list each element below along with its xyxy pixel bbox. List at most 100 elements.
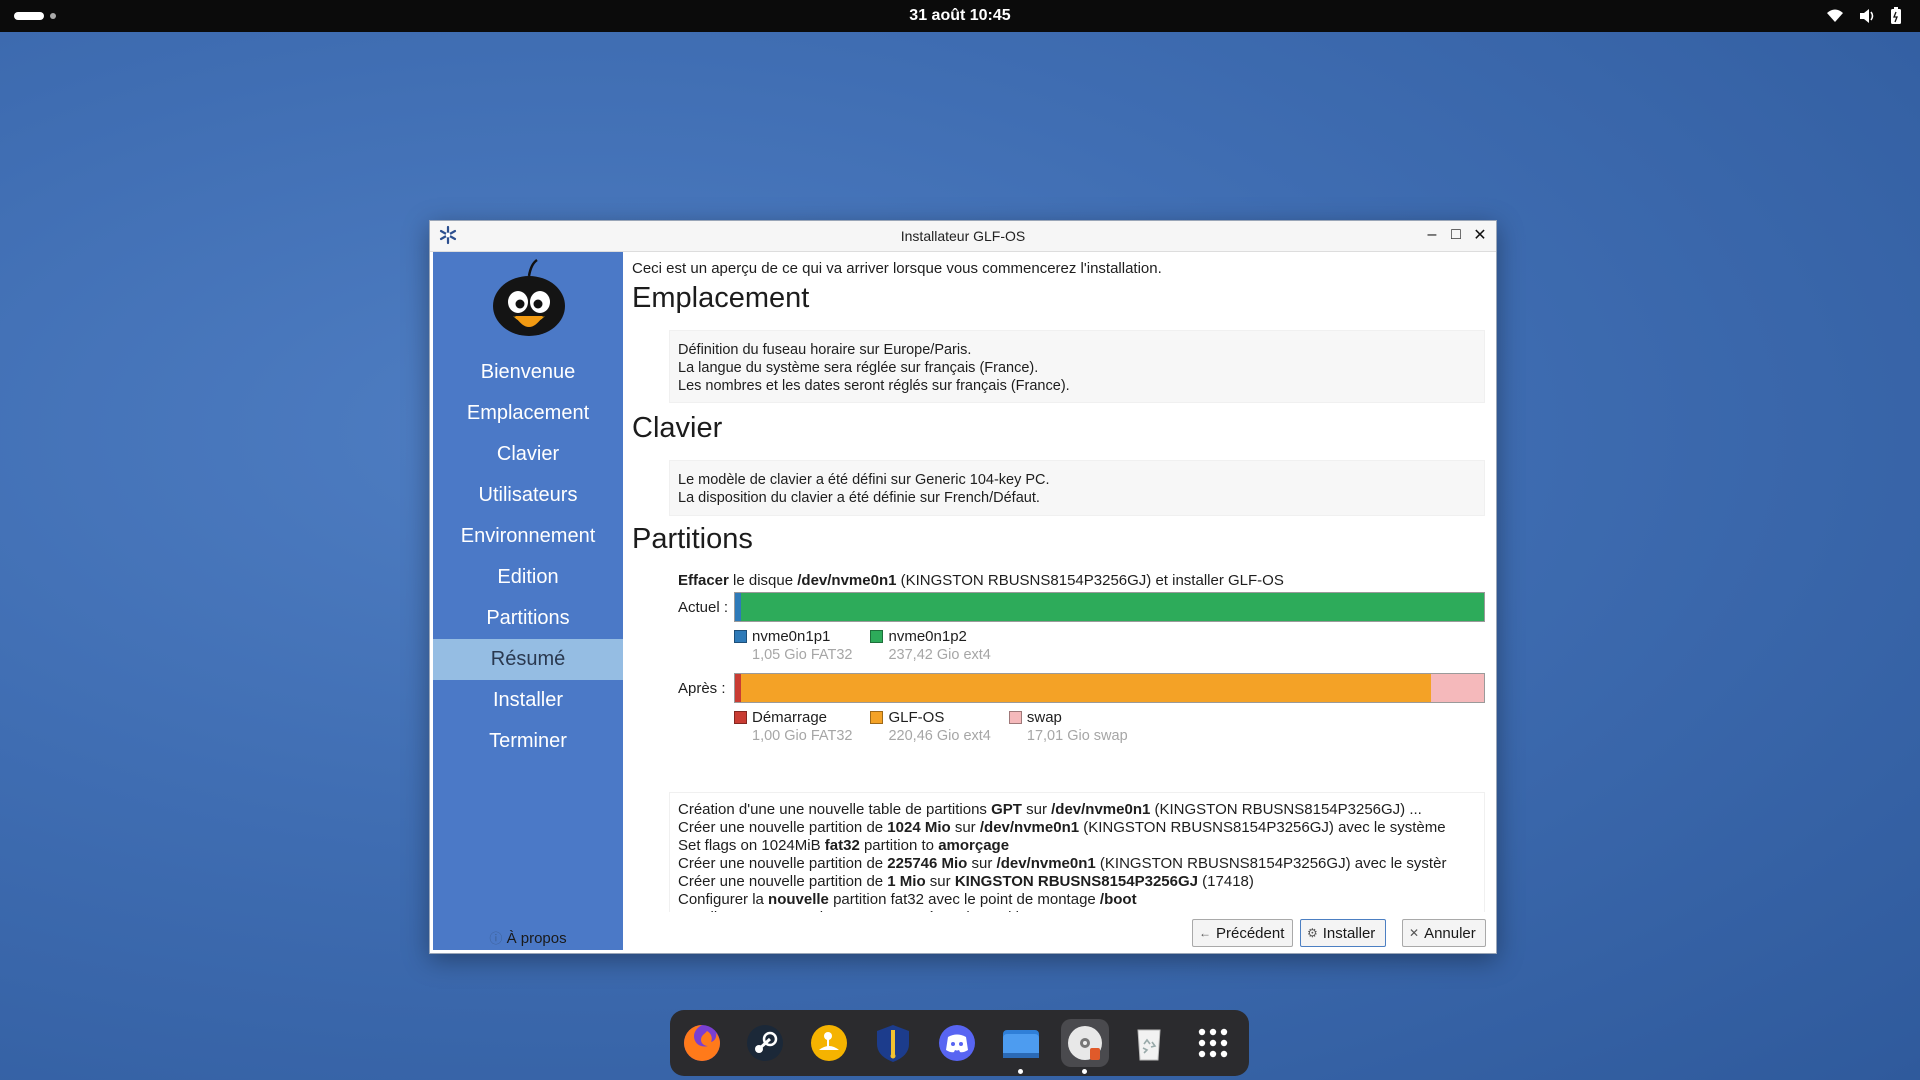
- operation-text: /dev/nvme0n1: [996, 855, 1096, 872]
- operation-text: nouvelle: [768, 891, 829, 908]
- cancel-button[interactable]: ✕ Annuler: [1402, 919, 1486, 947]
- partition-legend-item: Démarrage 1,00 Gio FAT32: [734, 709, 852, 744]
- system-tray[interactable]: [1826, 7, 1902, 25]
- partition-info: 1,05 Gio FAT32: [752, 647, 853, 663]
- volume-icon[interactable]: [1858, 7, 1876, 25]
- operation-text: Créer une nouvelle partition de: [678, 819, 888, 836]
- current-label: Actuel :: [678, 599, 729, 616]
- operation-text: sur: [925, 873, 955, 890]
- partition-segment: [740, 593, 1484, 621]
- operation-text: KINGSTON RBUSNS8154P3256GJ: [954, 873, 1198, 890]
- operation-text: Installer GLF-OS sur le: [678, 909, 836, 912]
- operation-text: Créer une nouvelle partition de: [678, 855, 888, 872]
- sidebar-item[interactable]: Résumé: [433, 639, 623, 680]
- penguin-logo-icon: [491, 258, 567, 347]
- sidebar-item[interactable]: Installer: [433, 680, 623, 721]
- operation-line: Configurer la nouvelle partition fat32 a…: [678, 891, 1476, 909]
- section-keyboard-heading: Clavier: [632, 412, 723, 444]
- firefox-icon[interactable]: [678, 1019, 726, 1067]
- partition-name: nvme0n1p1: [752, 628, 831, 645]
- sidebar-item[interactable]: Environnement: [433, 516, 623, 557]
- location-line: Définition du fuseau horaire sur Europe/…: [678, 342, 972, 358]
- dock: [670, 1010, 1249, 1076]
- steam-icon[interactable]: [741, 1019, 789, 1067]
- install-button[interactable]: ⚙ Installer: [1300, 919, 1386, 947]
- operation-text: Créer une nouvelle partition de: [678, 873, 888, 890]
- after-partition-bar: [734, 673, 1485, 703]
- operation-text: (17418): [1198, 873, 1254, 890]
- heroic-launcher-icon[interactable]: [869, 1019, 917, 1067]
- sidebar: Bienvenue Emplacement Clavier Utilisateurs E…: [433, 252, 623, 950]
- cancel-label: Annuler: [1424, 924, 1476, 942]
- operation-text: /dev/nvme0n1: [1051, 801, 1151, 818]
- after-partition-legend: Démarrage 1,00 Gio FAT32 GLF-OS 220,46 Gio …: [734, 709, 1146, 744]
- installer-window: Installateur GLF-OS – □ ✕ Bienvenue Empla…: [429, 220, 1497, 954]
- operation-line: Créer une nouvelle partition de 1024 Mio…: [678, 819, 1476, 837]
- window-title: Installateur GLF-OS: [900, 228, 1026, 244]
- battery-icon[interactable]: [1890, 7, 1902, 25]
- trash-icon[interactable]: [1125, 1019, 1173, 1067]
- files-icon[interactable]: [997, 1019, 1045, 1074]
- partition-segment: [1430, 674, 1484, 702]
- operation-text: Set flags on 1024MiB: [678, 837, 825, 854]
- operation-line: Set flags on 1024MiB fat32 partition to …: [678, 837, 1476, 855]
- sidebar-item[interactable]: Bienvenue: [433, 352, 623, 393]
- keyboard-line: La disposition du clavier a été définie …: [678, 490, 1040, 506]
- install-label: Installer: [1322, 924, 1376, 942]
- partition-info: 17,01 Gio swap: [1026, 728, 1128, 744]
- installer-disk-icon[interactable]: [1061, 1019, 1109, 1074]
- keyboard-summary: Le modèle de clavier a été défini sur Ge…: [669, 460, 1485, 516]
- operation-text: (KINGSTON RBUSNS8154P3256GJ) ...: [1150, 801, 1422, 818]
- operation-line: Création d'une une nouvelle table de par…: [678, 801, 1476, 819]
- sidebar-item[interactable]: Partitions: [433, 598, 623, 639]
- app-grid-icon[interactable]: [1189, 1019, 1237, 1067]
- back-label: Précédent: [1216, 924, 1285, 942]
- arrow-left-icon: ←: [1199, 926, 1211, 940]
- operation-text: 225746 Mio: [887, 855, 968, 872]
- after-label: Après :: [678, 680, 726, 697]
- operation-text: partition fat32 avec le point de montage: [828, 891, 1100, 908]
- minimize-icon[interactable]: –: [1422, 225, 1442, 245]
- operation-line: Créer une nouvelle partition de 225746 M…: [678, 855, 1476, 873]
- color-swatch: [870, 630, 884, 643]
- current-partition-legend: nvme0n1p1 1,05 Gio FAT32 nvme0n1p2 237,42 G…: [734, 628, 1009, 663]
- discord-icon[interactable]: [933, 1019, 981, 1067]
- top-bar: 31 août 10:45: [0, 0, 1920, 32]
- about-link[interactable]: ⓘ À propos: [433, 928, 623, 947]
- operation-text: (KINGSTON RBUSNS8154P3256GJ) avec le sys…: [1079, 819, 1446, 836]
- operation-text: /dev/nvme0n1: [979, 819, 1080, 836]
- color-swatch: [734, 711, 747, 724]
- erase-verb: Effacer: [678, 572, 729, 589]
- color-swatch: [734, 630, 747, 643]
- operation-text: sur: [950, 819, 980, 836]
- location-line: Les nombres et les dates seront réglés s…: [678, 378, 1070, 394]
- operation-text: 1024 Mio: [887, 819, 951, 836]
- operation-text: sur: [1021, 801, 1052, 818]
- lutris-icon[interactable]: [805, 1019, 853, 1067]
- partition-legend-item: nvme0n1p2 237,42 Gio ext4: [870, 628, 991, 663]
- sidebar-item[interactable]: Utilisateurs: [433, 475, 623, 516]
- partition-legend-item: GLF-OS 220,46 Gio ext4: [870, 709, 991, 744]
- sidebar-item[interactable]: Edition: [433, 557, 623, 598]
- current-partition-bar: [734, 592, 1485, 622]
- keyboard-line: Le modèle de clavier a été défini sur Ge…: [678, 472, 1050, 488]
- operation-text: /boot: [1099, 891, 1137, 908]
- partition-operations: Création d'une une nouvelle table de par…: [669, 792, 1485, 912]
- maximize-icon[interactable]: □: [1446, 225, 1466, 245]
- operation-text: sur: [967, 855, 997, 872]
- info-icon: ⓘ: [489, 931, 503, 946]
- close-icon[interactable]: ✕: [1470, 225, 1490, 245]
- wifi-icon[interactable]: [1826, 7, 1844, 25]
- partition-info: 237,42 Gio ext4: [888, 647, 991, 663]
- gear-icon: ⚙: [1307, 926, 1318, 940]
- sidebar-item[interactable]: Terminer: [433, 721, 623, 762]
- color-swatch: [1008, 711, 1022, 724]
- sidebar-item[interactable]: Emplacement: [433, 393, 623, 434]
- partition-name: Démarrage: [752, 709, 828, 726]
- window-titlebar[interactable]: Installateur GLF-OS – □ ✕: [430, 221, 1496, 252]
- operation-text: système de partition ext4: [897, 909, 1068, 912]
- operation-text: GPT: [991, 801, 1022, 818]
- sidebar-item[interactable]: Clavier: [433, 434, 623, 475]
- clock[interactable]: 31 août 10:45: [0, 7, 1920, 25]
- back-button[interactable]: ← Précédent: [1192, 919, 1293, 947]
